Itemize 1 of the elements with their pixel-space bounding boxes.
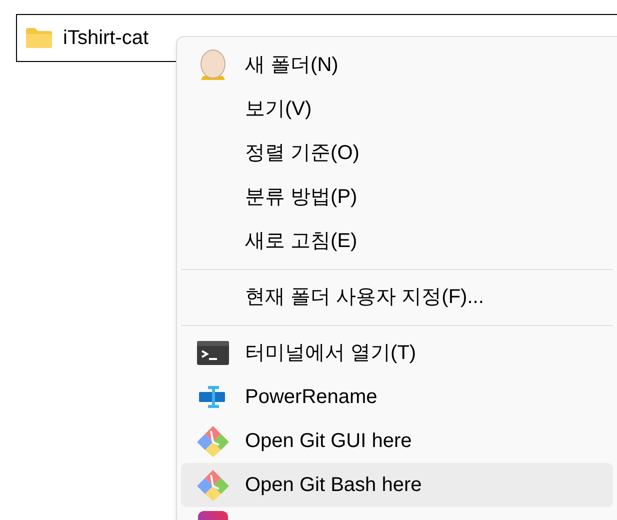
folder-name: iTshirt-cat: [63, 26, 149, 51]
